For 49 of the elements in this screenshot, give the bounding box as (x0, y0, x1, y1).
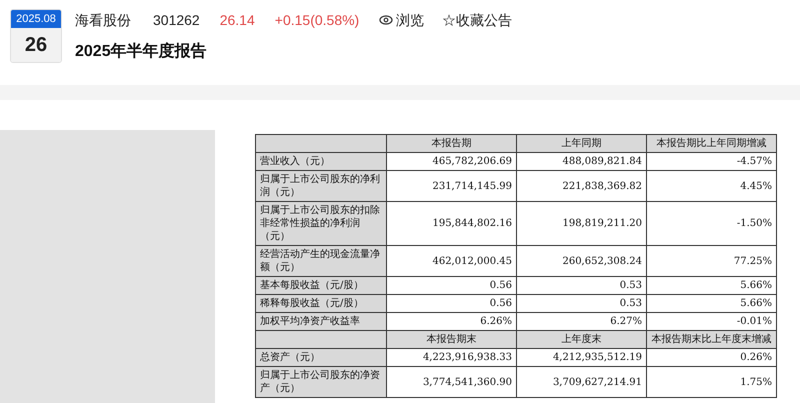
date-day: 26 (11, 28, 61, 62)
column-header: 上年度末 (516, 330, 646, 348)
report-title: 2025年半年度报告 (75, 41, 208, 62)
row-label: 加权平均净资产收益率 (256, 312, 386, 330)
row-label: 归属于上市公司股东的净资产（元） (256, 366, 386, 398)
column-header: 本报告期比上年同期增减 (646, 134, 776, 152)
table-cell: 462,012,000.45 (386, 246, 516, 276)
table-cell: 231,714,145.99 (386, 170, 516, 202)
table-cell: 488,089,821.84 (516, 152, 646, 170)
table-cell: 4.45% (646, 170, 776, 202)
browse-link[interactable]: 浏览 (379, 10, 424, 30)
table-cell: -4.57% (646, 152, 776, 170)
table-cell: 1.75% (646, 366, 776, 398)
table-cell: 3,709,627,214.91 (516, 366, 646, 398)
row-label: 经营活动产生的现金流量净额（元） (256, 246, 386, 276)
table-cell: 221,838,369.82 (516, 170, 646, 202)
table-cell: 77.25% (646, 246, 776, 276)
table-cell: -1.50% (646, 202, 776, 246)
stock-price: 26.14 (220, 10, 255, 30)
table-cell: 3,774,541,360.90 (386, 366, 516, 398)
row-label: 基本每股收益（元/股） (256, 276, 386, 294)
table-cell: 465,782,206.69 (386, 152, 516, 170)
row-label: 归属于上市公司股东的净利润（元） (256, 170, 386, 202)
row-label: 归属于上市公司股东的扣除非经常性损益的净利润（元） (256, 202, 386, 246)
row-label: 营业收入（元） (256, 152, 386, 170)
table-cell: 5.66% (646, 276, 776, 294)
row-label: 稀释每股收益（元/股） (256, 294, 386, 312)
price-change: +0.15(0.58%) (274, 10, 360, 30)
table-cell: 0.56 (386, 276, 516, 294)
table-cell: 0.56 (386, 294, 516, 312)
company-name: 海看股份 (75, 10, 131, 30)
table-cell: 195,844,802.16 (386, 202, 516, 246)
table-cell: 0.53 (516, 294, 646, 312)
table-cell: 4,223,916,938.33 (386, 348, 516, 366)
column-header: 本报告期末 (386, 330, 516, 348)
table-cell: 5.66% (646, 294, 776, 312)
column-header: 本报告期末比上年度末增减 (646, 330, 776, 348)
favorite-link[interactable]: ☆收藏公告 (442, 10, 512, 30)
column-header: 本报告期 (386, 134, 516, 152)
row-label: 总资产（元） (256, 348, 386, 366)
table-cell: 0.53 (516, 276, 646, 294)
table-cell: 4,212,935,512.19 (516, 348, 646, 366)
date-month: 2025.08 (11, 10, 61, 28)
stock-code: 301262 (153, 10, 200, 30)
table-cell: 260,652,308.24 (516, 246, 646, 276)
table-cell: 198,819,211.20 (516, 202, 646, 246)
table-cell: 0.26% (646, 348, 776, 366)
eye-icon (379, 15, 394, 25)
column-header: 上年同期 (516, 134, 646, 152)
